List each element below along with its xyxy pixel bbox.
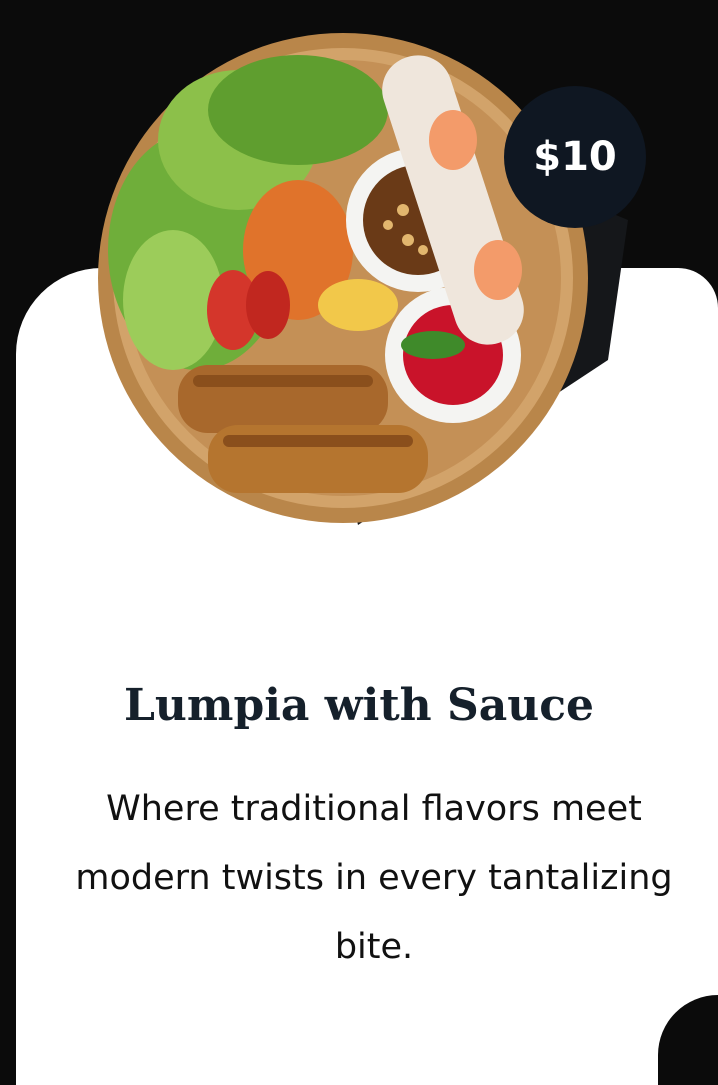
price-label: $10 <box>533 134 617 180</box>
card-corner-cutout <box>658 995 718 1085</box>
dish-description: Where traditional flavors meet modern tw… <box>75 789 673 967</box>
lemon <box>318 279 398 331</box>
dish-title: Lumpia with Sauce <box>123 680 595 731</box>
price-badge: $10 <box>504 86 646 228</box>
